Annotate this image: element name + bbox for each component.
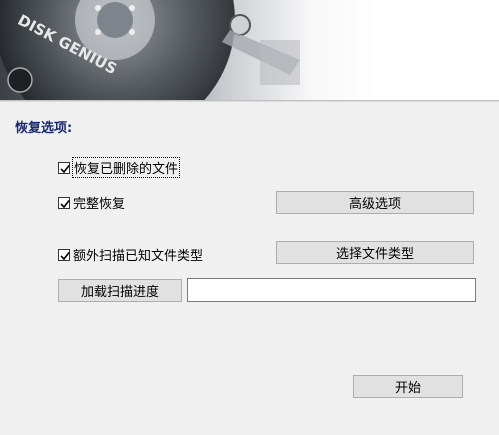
checkbox-box[interactable] (58, 161, 70, 174)
recover-deleted-label[interactable]: 恢复已删除的文件 (71, 157, 181, 178)
hard-disk-image: DISK GENIUS (0, 0, 300, 100)
checkmark-icon (60, 251, 70, 260)
load-scan-progress-button[interactable]: 加载扫描进度 (58, 279, 182, 302)
header-banner: DISK GENIUS (0, 0, 499, 100)
scan-progress-path-input[interactable] (187, 278, 476, 302)
full-recover-label[interactable]: 完整恢复 (73, 193, 125, 212)
banner-divider (0, 100, 499, 102)
checkbox-box[interactable] (58, 196, 70, 209)
checkbox-box[interactable] (58, 248, 70, 261)
select-file-types-button[interactable]: 选择文件类型 (276, 241, 474, 264)
full-recover-checkbox[interactable]: 完整恢复 (58, 193, 125, 212)
extra-scan-label[interactable]: 额外扫描已知文件类型 (73, 245, 203, 264)
recover-deleted-checkbox[interactable]: 恢复已删除的文件 (58, 157, 181, 178)
checkmark-icon (60, 164, 70, 173)
advanced-options-button[interactable]: 高级选项 (276, 191, 474, 214)
extra-scan-checkbox[interactable]: 额外扫描已知文件类型 (58, 245, 203, 264)
checkmark-icon (60, 199, 70, 208)
recovery-options-heading: 恢复选项: (15, 121, 73, 136)
start-button[interactable]: 开始 (353, 375, 463, 398)
